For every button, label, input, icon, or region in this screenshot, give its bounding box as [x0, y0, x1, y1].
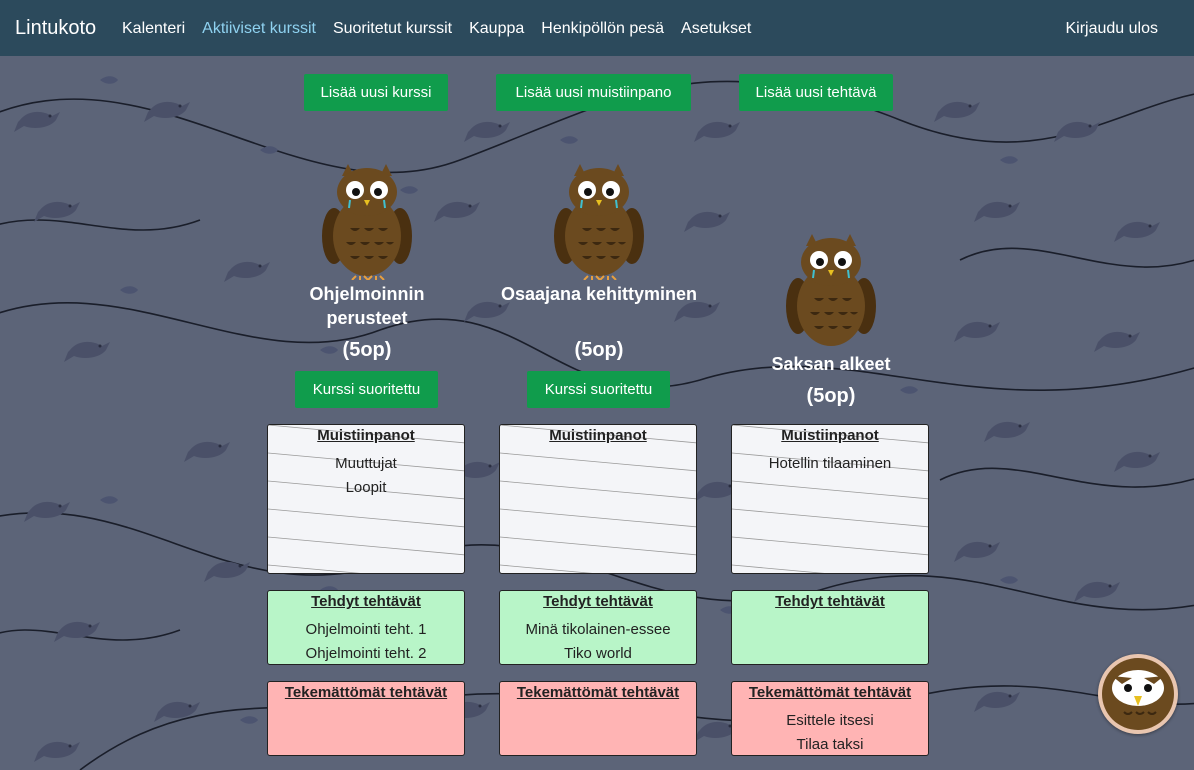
course-credits: (5op): [342, 339, 392, 361]
owl-icon: [554, 164, 644, 280]
complete-course-button[interactable]: Kurssi suoritettu: [527, 371, 670, 408]
notes-title: Muistiinpanot: [549, 427, 647, 444]
spirit-owl-avatar[interactable]: [1098, 654, 1178, 734]
todo-tasks-box: Tekemättömät tehtävät: [267, 681, 465, 756]
todo-task-item[interactable]: Esittele itsesi: [732, 709, 928, 733]
logout-link[interactable]: Kirjaudu ulos: [1066, 20, 1159, 38]
notes-ruled-lines: [500, 425, 696, 573]
done-task-item[interactable]: Ohjelmointi teht. 1: [268, 618, 464, 642]
todo-tasks-title: Tekemättömät tehtävät: [748, 684, 912, 701]
done-tasks-box: Tehdyt tehtävät Minä tikolainen-essee Ti…: [499, 590, 697, 665]
nav-item-shop[interactable]: Kauppa: [469, 20, 524, 38]
notes-title: Muistiinpanot: [317, 427, 415, 444]
course-credits: (5op): [806, 385, 856, 407]
course-credits: (5op): [574, 339, 624, 361]
todo-tasks-box: Tekemättömät tehtävät Esittele itsesi Ti…: [731, 681, 929, 756]
done-tasks-title: Tehdyt tehtävät: [775, 593, 885, 610]
todo-task-item[interactable]: Tilaa taksi: [732, 733, 928, 755]
nav-item-completed-courses[interactable]: Suoritetut kurssit: [333, 20, 452, 38]
notes-box: Muistiinpanot Muuttujat Loopit: [267, 424, 465, 574]
notes-title: Muistiinpanot: [781, 427, 879, 444]
course-title: Saksan alkeet: [771, 354, 891, 374]
notes-box: Muistiinpanot Hotellin tilaaminen: [731, 424, 929, 574]
todo-tasks-title: Tekemättömät tehtävät: [516, 684, 680, 701]
notes-list: Hotellin tilaaminen: [732, 452, 928, 476]
owl-face-icon: [1102, 658, 1174, 730]
nav-item-settings[interactable]: Asetukset: [681, 20, 751, 38]
notes-box: Muistiinpanot: [499, 424, 697, 574]
nav-item-active-courses[interactable]: Aktiiviset kurssit: [202, 20, 316, 38]
add-task-button[interactable]: Lisää uusi tehtävä: [739, 74, 893, 111]
add-note-button[interactable]: Lisää uusi muistiinpano: [496, 74, 691, 111]
done-task-item[interactable]: Minä tikolainen-essee: [500, 618, 696, 642]
done-tasks-list: Minä tikolainen-essee Tiko world: [500, 618, 696, 664]
complete-course-button[interactable]: Kurssi suoritettu: [295, 371, 438, 408]
nav-item-spirit-owl-nest[interactable]: Henkipöllön pesä: [541, 20, 664, 38]
notes-list: Muuttujat Loopit: [268, 452, 464, 500]
note-item[interactable]: Muuttujat: [268, 452, 464, 476]
todo-tasks-box: Tekemättömät tehtävät: [499, 681, 697, 756]
nav-links: Kalenteri Aktiiviset kurssit Suoritetut …: [122, 20, 768, 38]
note-item[interactable]: Loopit: [268, 476, 464, 500]
course-title: Osaajana kehittyminen: [500, 284, 698, 304]
note-item[interactable]: Hotellin tilaaminen: [732, 452, 928, 476]
notes-ruled-lines: [732, 425, 928, 573]
todo-tasks-title: Tekemättömät tehtävät: [284, 684, 448, 701]
add-course-button[interactable]: Lisää uusi kurssi: [304, 74, 448, 111]
done-task-item[interactable]: Ohjelmointi teht. 2: [268, 642, 464, 664]
brand-logo[interactable]: Lintukoto: [15, 17, 96, 40]
done-tasks-title: Tehdyt tehtävät: [311, 593, 421, 610]
navbar: Lintukoto Kalenteri Aktiiviset kurssit S…: [0, 0, 1194, 56]
nav-item-calendar[interactable]: Kalenteri: [122, 20, 185, 38]
done-task-item[interactable]: Tiko world: [500, 642, 696, 664]
done-tasks-box: Tehdyt tehtävät: [731, 590, 929, 665]
done-tasks-title: Tehdyt tehtävät: [543, 593, 653, 610]
owl-icon: [786, 234, 876, 346]
owl-icon: [322, 164, 412, 280]
course-title: Ohjelmoinnin perusteet: [309, 284, 425, 328]
done-tasks-list: Ohjelmointi teht. 1 Ohjelmointi teht. 2: [268, 618, 464, 664]
done-tasks-box: Tehdyt tehtävät Ohjelmointi teht. 1 Ohje…: [267, 590, 465, 665]
todo-tasks-list: Esittele itsesi Tilaa taksi: [732, 709, 928, 755]
